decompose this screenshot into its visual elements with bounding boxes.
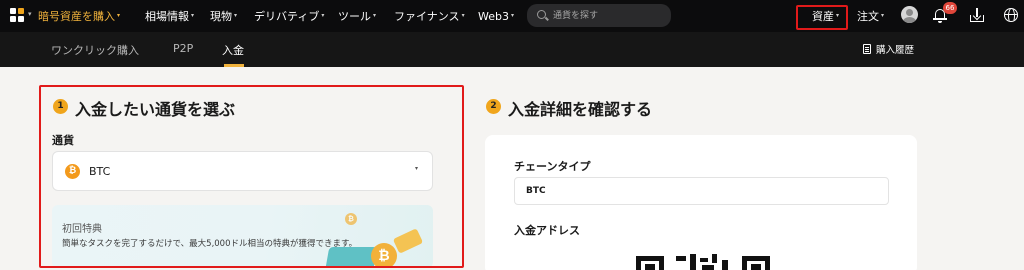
chevron-down-icon: ▾: [373, 12, 377, 19]
nav-item-markets[interactable]: 相場情報 ▾: [145, 9, 194, 24]
app-logo-icon[interactable]: [10, 8, 24, 22]
notification-count-badge: 66: [943, 2, 957, 14]
nav-item-derivatives[interactable]: デリバティブ ▾: [254, 9, 324, 24]
chevron-down-icon: ▾: [461, 12, 465, 19]
chevron-down-icon: ▾: [881, 12, 885, 19]
step-2-title: 入金詳細を確認する: [508, 100, 653, 119]
chevron-down-icon: ▾: [191, 12, 195, 19]
tab-p2p[interactable]: P2P: [173, 42, 193, 55]
nav-item-orders[interactable]: 注文 ▾: [857, 9, 884, 24]
globe-icon[interactable]: [1004, 8, 1018, 22]
logo-caret-icon[interactable]: ▾: [28, 10, 32, 18]
search-icon: [537, 10, 546, 19]
chevron-down-icon: ▾: [510, 12, 514, 19]
chain-type-field[interactable]: BTC: [514, 177, 889, 205]
download-icon[interactable]: [970, 8, 984, 22]
chain-type-value: BTC: [526, 186, 546, 196]
deposit-address-qr-code: [636, 250, 770, 270]
step-1-highlight-box: [39, 85, 464, 268]
chevron-down-icon: ▾: [117, 12, 121, 19]
tab-one-click-buy[interactable]: ワンクリック購入: [51, 42, 139, 58]
tab-deposit[interactable]: 入金: [222, 42, 244, 58]
purchase-history-link[interactable]: 購入履歴: [863, 42, 914, 56]
search-box[interactable]: [527, 4, 671, 27]
deposit-address-label: 入金アドレス: [514, 224, 580, 237]
chevron-down-icon: ▾: [234, 12, 238, 19]
chain-type-label: チェーンタイプ: [514, 160, 591, 173]
nav-item-web3[interactable]: Web3 ▾: [478, 9, 514, 24]
nav-item-spot[interactable]: 現物 ▾: [210, 9, 237, 24]
avatar[interactable]: [901, 6, 918, 23]
nav-item-tools[interactable]: ツール ▾: [338, 9, 376, 24]
step-2-number: 2: [486, 99, 501, 114]
chevron-down-icon: ▾: [321, 12, 325, 19]
document-icon: [863, 44, 871, 54]
assets-highlight-box: [796, 5, 848, 30]
search-input[interactable]: [553, 8, 663, 23]
nav-item-buy-crypto[interactable]: 暗号資産を購入 ▾: [38, 9, 120, 24]
top-navigation-bar: ▾ 暗号資産を購入 ▾ 相場情報 ▾ 現物 ▾ デリバティブ ▾ ツール ▾ ファイナンス…: [0, 0, 1024, 32]
nav-item-finance[interactable]: ファイナンス ▾: [394, 9, 465, 24]
